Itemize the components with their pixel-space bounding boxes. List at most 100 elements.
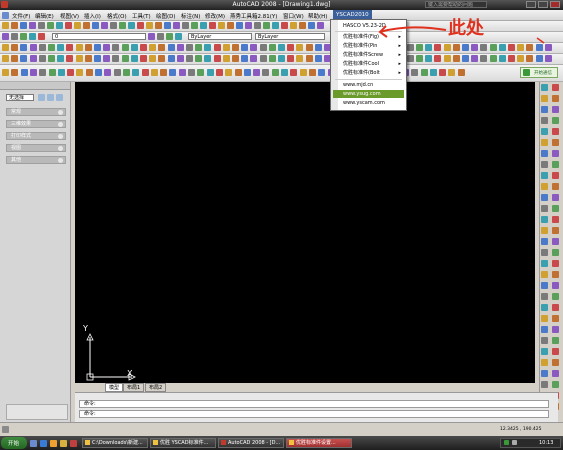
drawing-canvas[interactable]: Y X xyxy=(75,82,535,390)
toolbar-tool-icon[interactable] xyxy=(552,84,559,91)
menu-draw[interactable]: 绘图(D) xyxy=(156,12,176,20)
toolbar-tool-icon[interactable] xyxy=(439,69,447,76)
section-general[interactable]: 常规 xyxy=(6,108,66,116)
toolbar-tool-icon[interactable] xyxy=(11,33,18,40)
toolbar-tool-icon[interactable] xyxy=(178,69,186,76)
toolbar-tool-icon[interactable] xyxy=(110,22,117,29)
toolbar-tool-icon[interactable] xyxy=(213,55,221,62)
toolbar-tool-icon[interactable] xyxy=(148,33,155,40)
toolbar-tool-icon[interactable] xyxy=(182,22,189,29)
toolbar-tool-icon[interactable] xyxy=(299,22,306,29)
toolbar-tool-icon[interactable] xyxy=(47,22,54,29)
toolbar-tool-icon[interactable] xyxy=(489,55,497,62)
toolbar-tool-icon[interactable] xyxy=(57,44,65,51)
toolbar-tool-icon[interactable] xyxy=(541,205,548,212)
menu-tools[interactable]: 工具(T) xyxy=(132,12,151,20)
toolbar-tool-icon[interactable] xyxy=(150,69,158,76)
toolbar-tool-icon[interactable] xyxy=(471,44,479,51)
toolbar-tool-icon[interactable] xyxy=(308,22,315,29)
toolbar-tool-icon[interactable] xyxy=(259,55,267,62)
toolbar-tool-icon[interactable] xyxy=(39,69,47,76)
toolbar-tool-icon[interactable] xyxy=(541,84,548,91)
toolbar-tool-icon[interactable] xyxy=(225,69,233,76)
task-downloads[interactable]: C:\Downloads\新建... xyxy=(82,438,148,448)
toolbar-tool-icon[interactable] xyxy=(262,69,270,76)
toolbar-tool-icon[interactable] xyxy=(74,22,81,29)
toolbar-tool-icon[interactable] xyxy=(195,44,203,51)
toolbar-tool-icon[interactable] xyxy=(552,326,559,333)
toolbar-tool-icon[interactable] xyxy=(429,69,437,76)
toolbar-tool-icon[interactable] xyxy=(498,55,506,62)
toolbar-tool-icon[interactable] xyxy=(2,55,9,62)
toolbar-tool-icon[interactable] xyxy=(552,315,559,322)
toolbar-tool-icon[interactable] xyxy=(263,22,270,29)
toolbar-tool-icon[interactable] xyxy=(101,22,108,29)
toolbar-tool-icon[interactable] xyxy=(541,260,548,267)
toolbar-tool-icon[interactable] xyxy=(544,55,552,62)
toolbar-tool-icon[interactable] xyxy=(541,117,548,124)
toolbar-tool-icon[interactable] xyxy=(20,22,27,29)
toolbar-tool-icon[interactable] xyxy=(552,150,559,157)
toolbar-tool-icon[interactable] xyxy=(552,227,559,234)
toolbar-tool-icon[interactable] xyxy=(535,55,543,62)
toolbar-tool-icon[interactable] xyxy=(186,44,193,51)
toolbar-tool-icon[interactable] xyxy=(552,260,559,267)
toolbar-tool-icon[interactable] xyxy=(268,44,276,51)
menu-item-ysug[interactable]: www.ysug.com xyxy=(333,90,404,98)
toolbar-tool-icon[interactable] xyxy=(552,205,559,212)
toolbar-tool-icon[interactable] xyxy=(552,381,559,388)
task-settings[interactable]: 优胜标准件设置... xyxy=(286,438,352,448)
task-yscad[interactable]: 优胜 YSCAD标准件... xyxy=(150,438,216,448)
toolbar-tool-icon[interactable] xyxy=(480,44,488,51)
toolbar-tool-icon[interactable] xyxy=(75,44,83,51)
toolbar-tool-icon[interactable] xyxy=(209,22,216,29)
ie-icon[interactable] xyxy=(40,440,47,447)
toolbar-tool-icon[interactable] xyxy=(305,55,313,62)
toolbar-tool-icon[interactable] xyxy=(541,326,548,333)
toolbar-tool-icon[interactable] xyxy=(526,55,534,62)
toolbar-tool-icon[interactable] xyxy=(38,33,45,40)
toolbar-tool-icon[interactable] xyxy=(11,44,19,51)
toolbar-tool-icon[interactable] xyxy=(272,22,279,29)
toolbar-tool-icon[interactable] xyxy=(197,69,205,76)
toolbar-tool-icon[interactable] xyxy=(234,69,242,76)
toolbar-tool-icon[interactable] xyxy=(254,22,261,29)
toolbar-tool-icon[interactable] xyxy=(204,44,212,51)
menu-item-screw[interactable]: 优胜标准件Screw ▸ xyxy=(333,51,404,59)
toolbar-tool-icon[interactable] xyxy=(287,55,295,62)
section-view[interactable]: 视图 xyxy=(6,144,66,152)
toolbar-tool-icon[interactable] xyxy=(541,139,548,146)
toolbar-tool-icon[interactable] xyxy=(541,293,548,300)
toolbar-tool-icon[interactable] xyxy=(552,271,559,278)
toolbar-tool-icon[interactable] xyxy=(195,55,203,62)
toolbar-tool-icon[interactable] xyxy=(552,161,559,168)
toolbar-tool-icon[interactable] xyxy=(48,69,56,76)
toolbar-tool-icon[interactable] xyxy=(20,55,28,62)
toolbar-tool-icon[interactable] xyxy=(541,348,548,355)
toolbar-tool-icon[interactable] xyxy=(140,55,147,62)
toolbar-tool-icon[interactable] xyxy=(57,55,65,62)
toolbar-tool-icon[interactable] xyxy=(541,271,548,278)
help-search-input[interactable]: 键入需要帮助的问题 xyxy=(425,1,487,8)
volume-icon[interactable] xyxy=(512,440,517,445)
color-select[interactable]: ByLayer xyxy=(188,33,252,40)
quicklaunch-icon[interactable] xyxy=(70,440,77,447)
toolbar-tool-icon[interactable] xyxy=(308,69,316,76)
toolbar-tool-icon[interactable] xyxy=(552,359,559,366)
toolbar-tool-icon[interactable] xyxy=(164,22,171,29)
toolbar-tool-icon[interactable] xyxy=(169,69,177,76)
toolbar-tool-icon[interactable] xyxy=(457,69,465,76)
toolbar-tool-icon[interactable] xyxy=(176,44,184,51)
toolbar-tool-icon[interactable] xyxy=(95,69,102,76)
toolbar-tool-icon[interactable] xyxy=(541,370,548,377)
toolbar-tool-icon[interactable] xyxy=(92,22,99,29)
toolbar-tool-icon[interactable] xyxy=(85,69,93,76)
toolbar-tool-icon[interactable] xyxy=(245,22,252,29)
toolbar-tool-icon[interactable] xyxy=(38,44,46,51)
toolbar-tool-icon[interactable] xyxy=(278,55,285,62)
toolbar-tool-icon[interactable] xyxy=(462,55,469,62)
toolbar-tool-icon[interactable] xyxy=(112,55,120,62)
toolbar-tool-icon[interactable] xyxy=(121,55,129,62)
menu-help[interactable]: 帮助(H) xyxy=(308,12,327,20)
toolbar-tool-icon[interactable] xyxy=(166,33,173,40)
